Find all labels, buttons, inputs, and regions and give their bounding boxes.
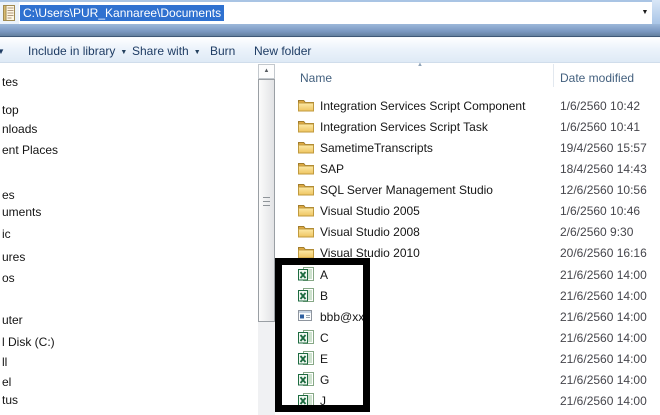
file-name[interactable]: SQL Server Management Studio [320, 183, 493, 197]
toolbar-include-in-library[interactable]: Include in library ▼ [28, 43, 127, 59]
file-date-modified: 1/6/2560 10:42 [560, 99, 640, 113]
folder-icon [298, 119, 314, 135]
address-path[interactable]: C:\Users\PUR_Kannaree\Documents [20, 5, 224, 21]
file-row[interactable]: Visual Studio 2005 1/6/2560 10:46 [0, 202, 660, 222]
file-row[interactable]: Integration Services Script Task 1/6/2560… [0, 118, 660, 138]
file-row[interactable]: SQL Server Management Studio 12/6/2560 10… [0, 181, 660, 201]
file-date-modified: 20/6/2560 16:16 [560, 246, 647, 260]
toolbar-burn[interactable]: Burn [210, 43, 235, 59]
toolbar-item-label: Include in library [28, 44, 115, 58]
chevron-down-icon: ▼ [120, 49, 127, 56]
annotation-rectangle [275, 258, 370, 412]
folder-icon [298, 182, 314, 198]
toolbar-new-folder[interactable]: New folder [254, 43, 311, 59]
file-name[interactable]: Integration Services Script Component [320, 99, 525, 113]
chevron-down-icon: ▼ [194, 49, 201, 56]
file-date-modified: 1/6/2560 10:46 [560, 204, 640, 218]
toolbar-item-label: Burn [210, 44, 235, 58]
folder-icon [298, 98, 314, 114]
file-date-modified: 21/6/2560 14:00 [560, 373, 647, 387]
scroll-up-arrow-icon: ▲ [264, 68, 270, 74]
command-toolbar: ▼ Include in library ▼ Share with ▼ Burn New … [0, 37, 660, 63]
file-date-modified: 1/6/2560 10:41 [560, 120, 640, 134]
file-date-modified: 2/6/2560 9:30 [560, 225, 633, 239]
aero-band [0, 24, 660, 37]
folder-icon [298, 224, 314, 240]
folder-icon [298, 161, 314, 177]
file-name[interactable]: Visual Studio 2005 [320, 204, 420, 218]
file-name[interactable]: Integration Services Script Task [320, 120, 488, 134]
sidebar-item[interactable]: tes [2, 74, 18, 90]
file-date-modified: 21/6/2560 14:00 [560, 268, 647, 282]
file-date-modified: 18/4/2560 14:43 [560, 162, 647, 176]
file-date-modified: 21/6/2560 14:00 [560, 394, 647, 408]
folder-icon [298, 140, 314, 156]
window-frame-right [652, 0, 660, 24]
file-row[interactable]: SAP 18/4/2560 14:43 [0, 160, 660, 180]
address-bar[interactable]: C:\Users\PUR_Kannaree\Documents [19, 2, 638, 24]
file-row[interactable]: Visual Studio 2008 2/6/2560 9:30 [0, 223, 660, 243]
sort-ascending-icon: ▲ [417, 62, 423, 68]
chevron-down-icon: ▼ [642, 9, 649, 16]
toolbar-overflow-chevron-icon[interactable]: ▼ [0, 47, 5, 56]
file-row[interactable]: SametimeTranscripts 19/4/2560 15:57 [0, 139, 660, 159]
file-date-modified: 12/6/2560 10:56 [560, 183, 647, 197]
file-date-modified: 21/6/2560 14:00 [560, 289, 647, 303]
scroll-up-button[interactable]: ▲ [258, 64, 275, 79]
file-date-modified: 19/4/2560 15:57 [560, 141, 647, 155]
column-resize-handle[interactable] [553, 64, 554, 87]
folder-icon [298, 203, 314, 219]
address-dropdown-button[interactable]: ▼ [638, 2, 652, 24]
file-date-modified: 21/6/2560 14:00 [560, 310, 647, 324]
column-header-name[interactable]: Name [300, 71, 332, 85]
column-header-date-modified[interactable]: Date modified [560, 71, 634, 85]
file-name[interactable]: SametimeTranscripts [320, 141, 433, 155]
explorer-window: C:\Users\PUR_Kannaree\Documents ▼ ▼ Incl… [0, 0, 660, 415]
file-row[interactable]: Integration Services Script Component 1/6… [0, 97, 660, 117]
file-date-modified: 21/6/2560 14:00 [560, 352, 647, 366]
address-icon-area [0, 2, 19, 24]
file-name[interactable]: SAP [320, 162, 344, 176]
file-date-modified: 21/6/2560 14:00 [560, 331, 647, 345]
file-name[interactable]: Visual Studio 2008 [320, 225, 420, 239]
toolbar-share-with[interactable]: Share with ▼ [132, 43, 201, 59]
toolbar-item-label: New folder [254, 44, 311, 58]
toolbar-item-label: Share with [132, 44, 189, 58]
